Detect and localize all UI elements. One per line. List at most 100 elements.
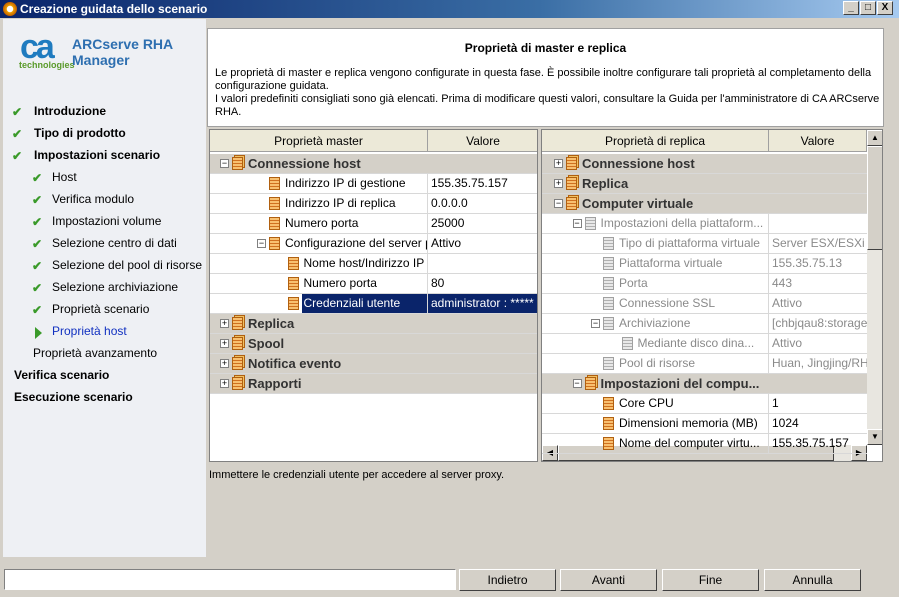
property-name: Nome del computer virtu... [617, 434, 769, 453]
table-row[interactable]: Nome del computer virtu... 155.35.75.157 [542, 434, 867, 454]
table-row[interactable]: − Computer virtuale [542, 194, 867, 214]
table-row[interactable]: Indirizzo IP di gestione 155.35.75.157 [210, 174, 537, 194]
maximize-button[interactable]: □ [860, 1, 876, 15]
property-icon [621, 337, 633, 350]
property-icon [269, 177, 280, 190]
table-row[interactable]: Piattaforma virtuale 155.35.75.13 [542, 254, 867, 274]
ca-logo: ca [20, 28, 55, 66]
table-row[interactable]: Indirizzo IP di replica 0.0.0.0 [210, 194, 537, 214]
property-name: Rapporti [248, 376, 302, 391]
master-name-column-header[interactable]: Proprietà master [210, 130, 428, 152]
replica-properties-grid[interactable]: Proprietà di replica Valore ▲ ▼ ◀ ▶ + Con… [541, 129, 883, 462]
property-name: Numero porta [283, 214, 428, 233]
property-value[interactable]: Server ESX/ESXi [769, 234, 867, 253]
property-icon [603, 297, 614, 310]
master-value-column-header[interactable]: Valore [428, 130, 537, 152]
property-icon [287, 257, 299, 270]
property-group-icon [584, 377, 596, 390]
collapse-icon[interactable]: − [591, 319, 600, 328]
property-group-icon [566, 197, 577, 210]
property-value[interactable]: 0.0.0.0 [428, 194, 537, 213]
property-value[interactable] [769, 214, 867, 233]
page-description: Le proprietà di master e replica vengono… [215, 67, 880, 118]
property-name: Mediante disco dina... [636, 334, 769, 353]
cancel-button[interactable]: Annulla [764, 569, 861, 591]
property-description: Immettere le credenziali utente per acce… [209, 469, 505, 481]
property-value[interactable]: Attivo [428, 234, 537, 253]
property-value[interactable]: Attivo [769, 294, 867, 313]
expand-icon[interactable]: + [220, 339, 229, 348]
property-value[interactable]: 1 [769, 394, 867, 413]
property-value[interactable]: 25000 [428, 214, 537, 233]
property-value[interactable]: 155.35.75.157 [769, 434, 867, 453]
expand-icon[interactable]: + [554, 159, 563, 168]
property-icon [603, 357, 614, 370]
next-button[interactable]: Avanti [560, 569, 657, 591]
replica-name-column-header[interactable]: Proprietà di replica [542, 130, 769, 152]
table-row[interactable]: + Spool [210, 334, 537, 354]
table-row[interactable]: Core CPU 1 [542, 394, 867, 414]
table-row[interactable]: − Archiviazione [chbjqau8:storage [542, 314, 867, 334]
property-icon [603, 257, 614, 270]
check-icon: ✔ [32, 259, 43, 273]
master-properties-grid[interactable]: Proprietà master Valore − Connessione hos… [209, 129, 538, 462]
table-row[interactable]: + Notifica evento [210, 354, 537, 374]
table-row[interactable]: Numero porta 80 [210, 274, 537, 294]
property-value[interactable] [428, 254, 537, 273]
table-row[interactable]: Nome host/Indirizzo IP [210, 254, 537, 274]
table-row[interactable]: Numero porta 25000 [210, 214, 537, 234]
property-icon [269, 237, 280, 250]
table-row[interactable]: Credenziali utente administrator : ***** [210, 294, 537, 314]
property-icon [603, 437, 614, 450]
property-icon [287, 277, 299, 290]
scroll-down-button[interactable]: ▼ [867, 429, 882, 445]
table-row[interactable]: + Replica [542, 174, 867, 194]
finish-button[interactable]: Fine [662, 569, 759, 591]
expand-icon[interactable]: + [220, 359, 229, 368]
table-row[interactable]: + Replica [210, 314, 537, 334]
property-name: Impostazioni della piattaform... [599, 214, 769, 233]
property-value[interactable]: [chbjqau8:storage [769, 314, 867, 333]
property-group-icon [232, 357, 243, 370]
property-value[interactable]: 80 [428, 274, 537, 293]
wizard-step: Selezione del pool di risorse [52, 258, 203, 272]
expand-icon[interactable]: + [220, 379, 229, 388]
table-row[interactable]: Mediante disco dina... Attivo [542, 334, 867, 354]
table-row[interactable]: − Configurazione del server p... Attivo [210, 234, 537, 254]
table-row[interactable]: − Impostazioni della piattaform... [542, 214, 867, 234]
property-value[interactable]: 443 [769, 274, 867, 293]
check-icon: ✔ [12, 127, 23, 141]
expand-icon[interactable]: + [220, 319, 229, 328]
table-row[interactable]: − Connessione host [210, 154, 537, 174]
wizard-step: Proprietà scenario [52, 302, 150, 316]
property-value[interactable]: Attivo [769, 334, 867, 353]
table-row[interactable]: Dimensioni memoria (MB) 1024 [542, 414, 867, 434]
close-button[interactable]: X [877, 1, 893, 15]
expand-icon[interactable]: + [554, 179, 563, 188]
collapse-icon[interactable]: − [220, 159, 229, 168]
collapse-icon[interactable]: − [572, 379, 582, 388]
replica-value-column-header[interactable]: Valore [769, 130, 867, 152]
minimize-button[interactable]: _ [843, 1, 859, 15]
table-row[interactable]: + Connessione host [542, 154, 867, 174]
replica-vertical-scrollbar[interactable]: ▲ ▼ [867, 130, 882, 445]
table-row[interactable]: Porta 443 [542, 274, 867, 294]
table-row[interactable]: Connessione SSL Attivo [542, 294, 867, 314]
property-value[interactable]: 1024 [769, 414, 867, 433]
property-name: Computer virtuale [582, 196, 694, 211]
property-value[interactable]: Huan, Jingjing/RH [769, 354, 867, 373]
property-value[interactable]: 155.35.75.13 [769, 254, 867, 273]
property-value[interactable]: 155.35.75.157 [428, 174, 537, 193]
table-row[interactable]: Pool di risorse Huan, Jingjing/RH [542, 354, 867, 374]
scroll-up-button[interactable]: ▲ [867, 130, 882, 146]
collapse-icon[interactable]: − [257, 239, 266, 248]
property-value[interactable]: administrator : ***** [428, 294, 537, 313]
scroll-thumb[interactable] [867, 146, 882, 250]
collapse-icon[interactable]: − [572, 219, 582, 228]
table-row[interactable]: − Impostazioni del compu... [542, 374, 867, 394]
collapse-icon[interactable]: − [554, 199, 563, 208]
table-row[interactable]: + Rapporti [210, 374, 537, 394]
property-name: Piattaforma virtuale [617, 254, 769, 273]
back-button[interactable]: Indietro [459, 569, 556, 591]
table-row[interactable]: Tipo di piattaforma virtuale Server ESX/E… [542, 234, 867, 254]
